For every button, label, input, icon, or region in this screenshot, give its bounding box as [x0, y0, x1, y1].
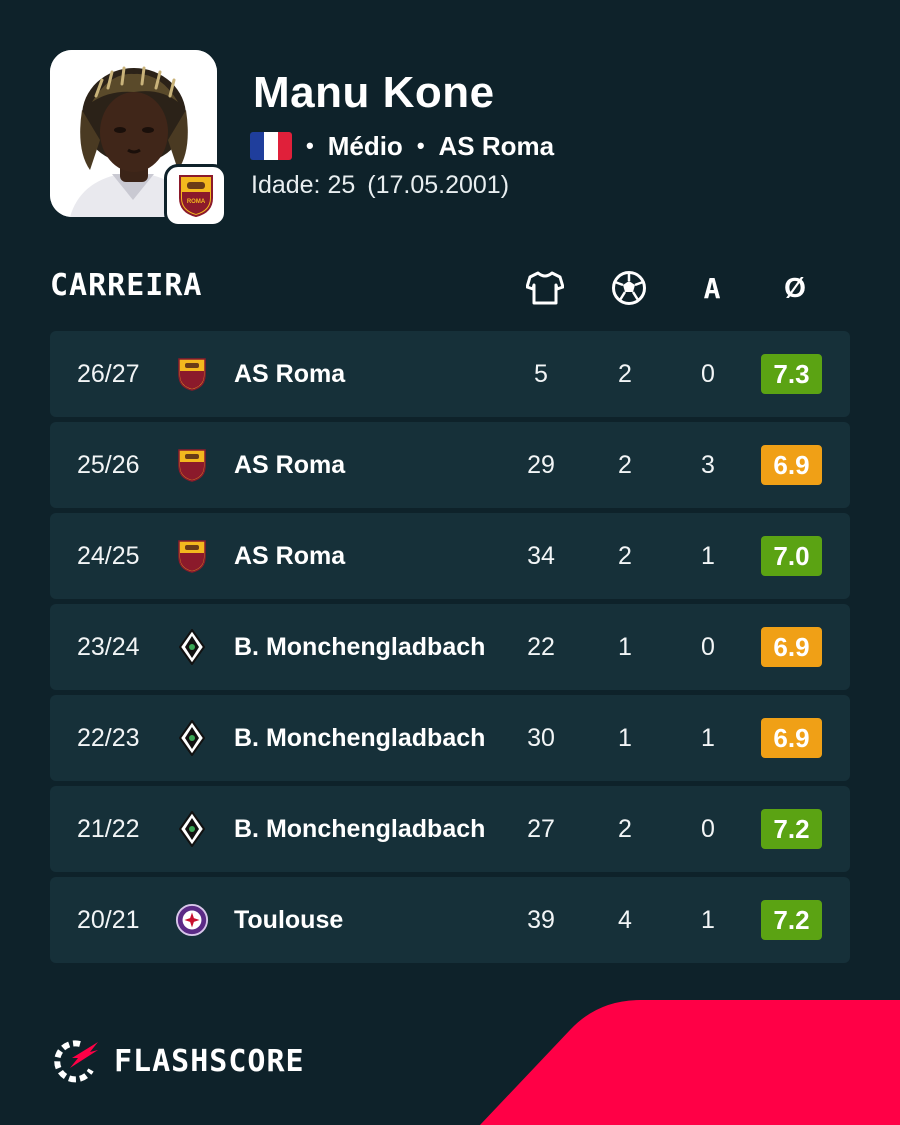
- team-logo: [175, 513, 209, 599]
- goals: 1: [618, 632, 632, 661]
- team-name: B. Monchengladbach: [234, 723, 486, 752]
- team-name: B. Monchengladbach: [234, 814, 486, 843]
- team-name: Toulouse: [234, 905, 344, 934]
- gladbach-crest-icon: [179, 720, 205, 756]
- brand-name: FLASHSCORE: [114, 1043, 305, 1079]
- goals: 2: [618, 814, 632, 843]
- birth-date: (17.05.2001): [367, 171, 510, 199]
- team-logo: [175, 877, 209, 963]
- roma-crest-icon: ROMA: [178, 174, 213, 217]
- table-row: 21/22 B. Monchengladbach 27 2 0 7.2: [50, 786, 850, 872]
- appearances: 39: [527, 905, 555, 934]
- goals: 2: [618, 541, 632, 570]
- roma-crest-icon: [178, 358, 206, 391]
- career-table: 26/27 AS Roma 5 2 0 7.3 25/26 AS Roma 29…: [50, 331, 850, 968]
- svg-text:ROMA: ROMA: [186, 199, 205, 205]
- season: 20/21: [77, 905, 140, 934]
- goals: 1: [618, 723, 632, 752]
- appearances: 22: [527, 632, 555, 661]
- roma-crest-icon: [178, 449, 206, 482]
- rating-column-header: Ø: [773, 268, 817, 308]
- goals-column-header: [607, 268, 651, 308]
- goals: 4: [618, 905, 632, 934]
- roma-crest-icon: [178, 540, 206, 573]
- appearances: 34: [527, 541, 555, 570]
- flashscore-logo: FLASHSCORE: [50, 1038, 305, 1084]
- assists: 0: [701, 632, 715, 661]
- gladbach-crest-icon: [179, 629, 205, 665]
- assists: 0: [701, 359, 715, 388]
- team-name: AS Roma: [234, 450, 346, 479]
- table-row: 20/21 Toulouse 39 4 1 7.2: [50, 877, 850, 963]
- separator-dot: •: [416, 133, 425, 158]
- team-name: AS Roma: [234, 541, 346, 570]
- player-age: Idade: 25 (17.05.2001): [251, 171, 509, 200]
- rating-badge: 7.0: [761, 536, 822, 576]
- season: 21/22: [77, 814, 140, 843]
- rating-badge: 6.9: [761, 718, 822, 758]
- player-position: Médio: [327, 130, 403, 161]
- assists-header-label: A: [703, 271, 721, 305]
- table-row: 23/24 B. Monchengladbach 22 1 0 6.9: [50, 604, 850, 690]
- rating-header-label: Ø: [784, 272, 806, 303]
- team-logo: [175, 422, 209, 508]
- player-club: AS Roma: [438, 130, 555, 161]
- assists: 1: [701, 905, 715, 934]
- gladbach-crest-icon: [179, 811, 205, 847]
- table-row: 25/26 AS Roma 29 2 3 6.9: [50, 422, 850, 508]
- player-career-card: { "player": { "name": "Manu Kone", "posi…: [0, 0, 900, 1125]
- team-name: B. Monchengladbach: [234, 632, 486, 661]
- current-club-badge: ROMA: [164, 164, 227, 227]
- assists: 3: [701, 450, 715, 479]
- goals: 2: [618, 359, 632, 388]
- player-meta: • Médio • AS Roma: [250, 130, 554, 162]
- flashscore-logo-icon: [54, 1040, 98, 1083]
- team-logo: [175, 695, 209, 781]
- assists-column-header: A: [690, 268, 734, 308]
- rating-badge: 7.2: [761, 900, 822, 940]
- team-logo: [175, 604, 209, 690]
- separator-dot: •: [306, 133, 314, 158]
- rating-badge: 6.9: [761, 627, 822, 667]
- table-row: 24/25 AS Roma 34 2 1 7.0: [50, 513, 850, 599]
- rating-badge: 7.2: [761, 809, 822, 849]
- assists: 1: [701, 541, 715, 570]
- goals: 2: [618, 450, 632, 479]
- france-flag-icon: [250, 132, 292, 160]
- player-name: Manu Kone: [253, 68, 495, 117]
- appearances: 30: [527, 723, 555, 752]
- season: 26/27: [77, 359, 140, 388]
- section-title: CARREIRA: [50, 268, 203, 303]
- table-row: 22/23 B. Monchengladbach 30 1 1 6.9: [50, 695, 850, 781]
- age-label: Idade: 25: [251, 171, 356, 199]
- table-row: 26/27 AS Roma 5 2 0 7.3: [50, 331, 850, 417]
- team-name: AS Roma: [234, 359, 346, 388]
- appearances: 29: [527, 450, 555, 479]
- appearances-column-header: [523, 268, 567, 308]
- rating-badge: 7.3: [761, 354, 822, 394]
- season: 25/26: [77, 450, 140, 479]
- team-logo: [175, 786, 209, 872]
- season: 22/23: [77, 723, 140, 752]
- toulouse-crest-icon: [175, 903, 209, 937]
- season: 23/24: [77, 632, 140, 661]
- appearances: 27: [527, 814, 555, 843]
- ball-icon: [612, 271, 646, 305]
- rating-badge: 6.9: [761, 445, 822, 485]
- assists: 1: [701, 723, 715, 752]
- appearances: 5: [534, 359, 548, 388]
- team-logo: [175, 331, 209, 417]
- season: 24/25: [77, 541, 140, 570]
- assists: 0: [701, 814, 715, 843]
- shirt-icon: [526, 271, 564, 305]
